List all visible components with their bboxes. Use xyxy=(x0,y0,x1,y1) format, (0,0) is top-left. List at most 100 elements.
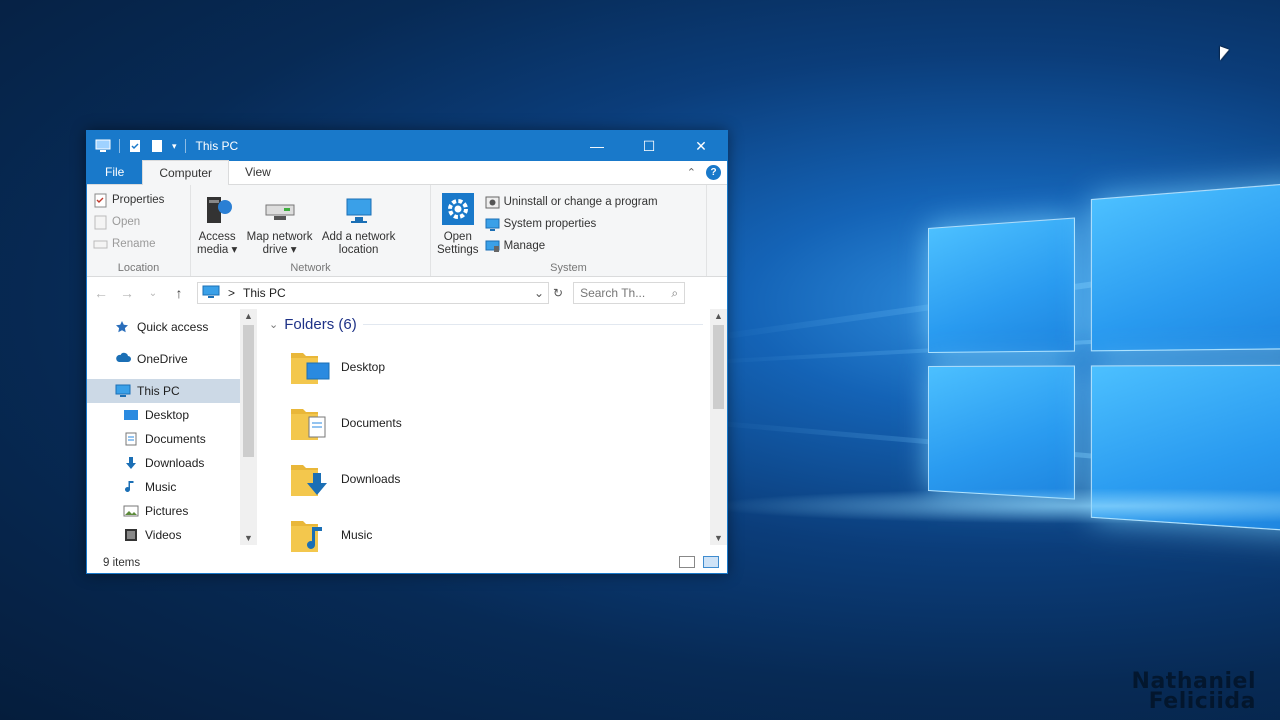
address-bar[interactable]: > This PC ⌄ xyxy=(197,282,549,304)
nav-item-videos[interactable]: Videos xyxy=(87,523,257,547)
ribbon-group-location: Properties Open Rename Location xyxy=(87,185,191,276)
properties-button[interactable]: Properties xyxy=(93,189,184,211)
cloud-icon xyxy=(115,352,131,366)
watermark: Nathaniel Feliciida xyxy=(1131,669,1256,714)
address-dropdown-icon[interactable]: ⌄ xyxy=(534,286,544,300)
tab-computer[interactable]: Computer xyxy=(142,160,230,185)
ribbon-group-label: System xyxy=(550,262,587,274)
scroll-down-arrow[interactable]: ▼ xyxy=(710,533,727,543)
customize-qat-icon[interactable]: ▾ xyxy=(172,141,177,152)
details-view-icon[interactable] xyxy=(679,556,695,568)
search-input[interactable]: Search Th... ⌕ xyxy=(573,282,686,304)
maximize-button[interactable]: ☐ xyxy=(623,131,675,161)
navigation-pane: Quick access OneDrive This PC Desktop Do… xyxy=(87,309,257,545)
properties-icon xyxy=(93,193,108,208)
documents-folder-icon xyxy=(289,403,331,443)
help-icon[interactable]: ? xyxy=(706,165,721,180)
content-area: Quick access OneDrive This PC Desktop Do… xyxy=(87,309,727,552)
settings-gear-icon xyxy=(440,191,476,227)
folder-item-downloads[interactable]: Downloads xyxy=(269,451,727,507)
mouse-cursor xyxy=(1220,46,1229,64)
scroll-thumb[interactable] xyxy=(713,325,724,409)
ribbon-group-network: Access media ▾ Map network drive ▾ Add a… xyxy=(191,185,431,276)
access-media-button[interactable]: Access media ▾ xyxy=(197,189,237,257)
properties-qat-icon[interactable] xyxy=(128,139,144,153)
open-icon xyxy=(93,215,108,230)
back-button[interactable]: ← xyxy=(93,285,109,301)
minimize-button[interactable]: — xyxy=(571,131,623,161)
computer-icon xyxy=(115,384,131,398)
up-button[interactable]: ↑ xyxy=(171,285,187,301)
media-server-icon xyxy=(199,191,235,227)
nav-item-onedrive[interactable]: OneDrive xyxy=(87,347,257,371)
add-network-location-button[interactable]: Add a network location xyxy=(322,189,395,257)
music-folder-icon xyxy=(289,515,331,555)
folder-item-desktop[interactable]: Desktop xyxy=(269,339,727,395)
downloads-folder-icon xyxy=(289,459,331,499)
pictures-icon xyxy=(123,504,139,518)
download-arrow-icon xyxy=(123,456,139,470)
tab-file[interactable]: File xyxy=(87,160,143,184)
system-properties-button[interactable]: System properties xyxy=(485,213,658,235)
title-bar[interactable]: ▾ This PC — ☐ ✕ xyxy=(87,131,727,161)
network-location-icon xyxy=(341,191,377,227)
manage-button[interactable]: Manage xyxy=(485,235,658,257)
rename-button[interactable]: Rename xyxy=(93,233,184,255)
video-icon xyxy=(123,528,139,542)
open-button[interactable]: Open xyxy=(93,211,184,233)
window-title: This PC xyxy=(195,139,239,153)
navigation-bar: ← → ⌄ ↑ > This PC ⌄ ↻ Search Th... ⌕ xyxy=(87,277,727,309)
nav-item-pictures[interactable]: Pictures xyxy=(87,499,257,523)
desktop-folder-icon xyxy=(289,347,331,387)
scroll-down-arrow[interactable]: ▼ xyxy=(240,533,257,543)
map-network-drive-button[interactable]: Map network drive ▾ xyxy=(247,189,312,257)
item-count: 9 items xyxy=(103,557,141,569)
search-icon: ⌕ xyxy=(671,285,679,300)
programs-icon xyxy=(485,195,500,210)
file-pane-scrollbar[interactable]: ▲ ▼ xyxy=(710,309,727,545)
file-explorer-window: ▾ This PC — ☐ ✕ File Computer View ⌃ ? P… xyxy=(86,130,728,574)
quick-access-toolbar: ▾ xyxy=(87,139,188,153)
document-icon xyxy=(123,432,139,446)
music-note-icon xyxy=(123,480,139,494)
nav-item-quick-access[interactable]: Quick access xyxy=(87,315,257,339)
network-drive-icon xyxy=(262,191,298,227)
manage-icon xyxy=(485,239,500,254)
ribbon-group-label: Network xyxy=(290,262,331,274)
scroll-up-arrow[interactable]: ▲ xyxy=(240,311,257,321)
this-pc-icon[interactable] xyxy=(95,139,111,153)
ribbon-tab-strip: File Computer View ⌃ ? xyxy=(87,160,727,185)
file-list-pane: ⌄ Folders (6) Desktop Documents Download… xyxy=(257,309,727,552)
refresh-button[interactable]: ↻ xyxy=(553,286,563,300)
chevron-down-icon: ⌄ xyxy=(269,318,279,331)
folder-item-documents[interactable]: Documents xyxy=(269,395,727,451)
uninstall-program-button[interactable]: Uninstall or change a program xyxy=(485,191,658,213)
breadcrumb-this-pc[interactable]: This PC xyxy=(243,286,286,300)
nav-item-desktop[interactable]: Desktop xyxy=(87,403,257,427)
desktop-icon xyxy=(123,408,139,422)
nav-item-documents[interactable]: Documents xyxy=(87,427,257,451)
system-properties-icon xyxy=(485,217,500,232)
scroll-up-arrow[interactable]: ▲ xyxy=(710,311,727,321)
tab-view[interactable]: View xyxy=(229,160,287,184)
forward-button[interactable]: → xyxy=(119,285,135,301)
ribbon-group-system: Open Settings Uninstall or change a prog… xyxy=(431,185,707,276)
collapse-ribbon-icon[interactable]: ⌃ xyxy=(687,166,696,179)
nav-pane-scrollbar[interactable]: ▲ ▼ xyxy=(240,309,257,545)
large-icons-view-icon[interactable] xyxy=(703,556,719,568)
close-button[interactable]: ✕ xyxy=(675,131,727,161)
ribbon: Properties Open Rename Location Access m… xyxy=(87,185,727,277)
nav-item-downloads[interactable]: Downloads xyxy=(87,451,257,475)
star-icon xyxy=(115,320,131,334)
new-folder-qat-icon[interactable] xyxy=(150,139,166,153)
folders-group-header[interactable]: ⌄ Folders (6) xyxy=(269,309,727,339)
nav-item-music[interactable]: Music xyxy=(87,475,257,499)
ribbon-group-label: Location xyxy=(117,262,160,274)
nav-item-this-pc[interactable]: This PC xyxy=(87,379,257,403)
rename-icon xyxy=(93,237,108,252)
recent-locations-button[interactable]: ⌄ xyxy=(145,288,161,299)
this-pc-small-icon xyxy=(202,285,220,301)
status-bar: 9 items xyxy=(87,553,727,573)
scroll-thumb[interactable] xyxy=(243,325,254,457)
breadcrumb-separator[interactable]: > xyxy=(228,286,235,300)
